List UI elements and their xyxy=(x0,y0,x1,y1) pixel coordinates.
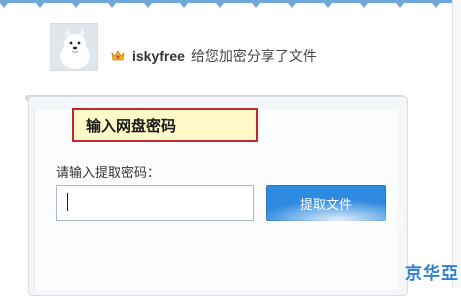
annotation-callout: 输入网盘密码 xyxy=(72,108,258,142)
vip-badge-icon xyxy=(111,50,125,61)
text-caret xyxy=(67,193,68,211)
annotation-callout-text: 输入网盘密码 xyxy=(86,116,177,135)
top-scallop-border xyxy=(0,0,461,8)
share-info: iskyfree 给您加密分享了文件 xyxy=(110,44,317,68)
password-prompt-label: 请输入提取密码： xyxy=(56,166,161,181)
share-message: 给您加密分享了文件 xyxy=(190,49,317,65)
right-edge-panel xyxy=(452,0,461,288)
extract-file-button[interactable]: 提取文件 xyxy=(266,185,386,221)
extract-code-input[interactable] xyxy=(56,185,254,221)
avatar[interactable] xyxy=(50,23,98,71)
username-link[interactable]: iskyfree xyxy=(132,48,185,64)
watermark: 京华亞 xyxy=(405,264,459,284)
dog-avatar-icon xyxy=(51,24,97,70)
